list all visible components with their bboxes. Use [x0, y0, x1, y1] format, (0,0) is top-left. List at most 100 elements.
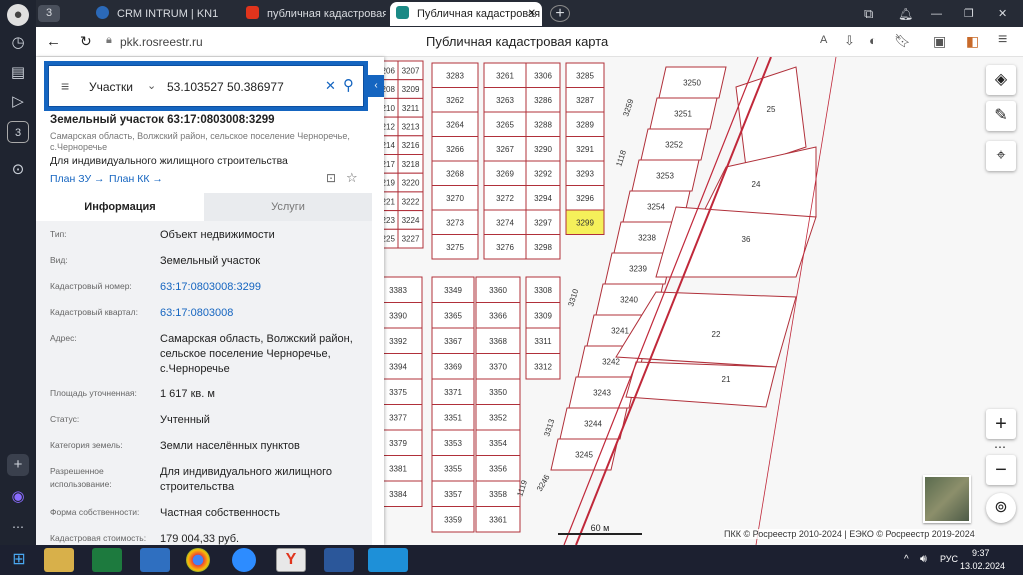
clock-time[interactable]: 9:37	[972, 548, 990, 558]
tray-chevron-icon[interactable]: ^	[904, 554, 909, 565]
alice-assistant-icon[interactable]: ◉	[7, 486, 29, 508]
collections-icon[interactable]: ▤	[7, 62, 29, 84]
search-input[interactable]: 53.103527 50.386977	[167, 80, 284, 94]
parcel-3272[interactable]: 3272	[483, 185, 527, 211]
parcel-3251[interactable]: 3251	[649, 97, 718, 130]
reload-icon[interactable]: ↻	[80, 33, 92, 50]
parcel-3351[interactable]: 3351	[431, 404, 475, 431]
play-icon[interactable]: ▷	[7, 91, 29, 113]
parcel-3297[interactable]: 3297	[525, 209, 561, 235]
parcel-3312[interactable]: 3312	[525, 353, 561, 380]
parcel-3211[interactable]: 3211	[397, 97, 424, 118]
ruler-button[interactable]: ✎	[986, 101, 1016, 131]
parcel-3253[interactable]: 3253	[631, 159, 700, 192]
parcel-3216[interactable]: 3216	[397, 135, 424, 156]
parcel-3355[interactable]: 3355	[431, 455, 475, 482]
parcel-3220[interactable]: 3220	[397, 172, 424, 193]
parcel-3209[interactable]: 3209	[397, 79, 424, 99]
parcel-3213[interactable]: 3213	[397, 116, 424, 137]
tab-group-counter[interactable]: 3	[38, 5, 60, 22]
menu-icon[interactable]: ≡	[998, 31, 1007, 49]
parcel-3250[interactable]: 3250	[658, 66, 727, 99]
parcel-3352[interactable]: 3352	[475, 404, 521, 431]
active-app-icon[interactable]	[368, 548, 408, 572]
window-close-icon[interactable]: ✕	[998, 2, 1014, 26]
parcel-3263[interactable]: 3263	[483, 87, 527, 113]
collapse-panel-icon[interactable]: ‹	[368, 75, 384, 97]
parcel-3368[interactable]: 3368	[475, 327, 521, 354]
locate-button[interactable]: ⌖	[986, 141, 1016, 171]
parcel-3361[interactable]: 3361	[475, 506, 521, 533]
parcel-36[interactable]: 36	[655, 206, 817, 278]
parcel-3354[interactable]: 3354	[475, 429, 521, 456]
scanner-app-icon[interactable]	[140, 548, 170, 572]
start-windows-icon[interactable]: ⊞	[4, 548, 34, 572]
notifications-icon[interactable]: 🔔︎	[898, 2, 914, 26]
parcel-3267[interactable]: 3267	[483, 136, 527, 162]
chrome-icon[interactable]	[186, 548, 210, 572]
parcel-3270[interactable]: 3270	[431, 185, 479, 211]
tab-close-icon[interactable]: ✕	[528, 2, 536, 26]
translate-icon[interactable]: A	[820, 34, 827, 46]
language-indicator[interactable]: РУС	[940, 554, 958, 564]
url-text[interactable]: pkk.rosreestr.ru	[120, 35, 203, 49]
parcel-3285[interactable]: 3285	[565, 62, 605, 88]
parcel-3265[interactable]: 3265	[483, 111, 527, 137]
parcel-3290[interactable]: 3290	[525, 136, 561, 162]
parcel-3358[interactable]: 3358	[475, 480, 521, 507]
parcel-3289[interactable]: 3289	[565, 111, 605, 137]
tab-crm[interactable]: CRM INTRUM | KN1	[96, 2, 256, 26]
parcel-3252[interactable]: 3252	[640, 128, 709, 161]
excel-icon[interactable]	[92, 548, 122, 572]
restore-icon[interactable]: ❐	[964, 2, 980, 26]
parcel-3369[interactable]: 3369	[431, 353, 475, 380]
parcel-3222[interactable]: 3222	[397, 191, 424, 212]
parcel-3291[interactable]: 3291	[565, 136, 605, 162]
zoom-out-button[interactable]: −	[986, 455, 1016, 485]
parcel-3356[interactable]: 3356	[475, 455, 521, 482]
parcel-3353[interactable]: 3353	[431, 429, 475, 456]
file-explorer-icon[interactable]	[44, 548, 74, 572]
add-panel-icon[interactable]: +	[7, 454, 29, 476]
parcel-3366[interactable]: 3366	[475, 302, 521, 329]
parcel-3298[interactable]: 3298	[525, 234, 561, 260]
collections-toolbar-icon[interactable]: ▣	[933, 33, 946, 50]
back-icon[interactable]: ←	[46, 33, 61, 50]
parcel-3359[interactable]: 3359	[431, 506, 475, 533]
tab-information[interactable]: Информация	[36, 193, 204, 221]
parcel-3306[interactable]: 3306	[525, 62, 561, 88]
word-icon[interactable]	[324, 548, 354, 572]
plan-zu-link[interactable]: План ЗУ →	[50, 173, 105, 185]
search-icon[interactable]: ⚲	[343, 76, 354, 94]
layers-button[interactable]: ◈	[986, 65, 1016, 95]
parcel-3286[interactable]: 3286	[525, 87, 561, 113]
parcel-3308[interactable]: 3308	[525, 276, 561, 303]
yandex-browser-icon[interactable]: Y	[276, 548, 306, 572]
downloads-icon[interactable]: ⇩	[844, 33, 855, 49]
parcel-3370[interactable]: 3370	[475, 353, 521, 380]
zoom-in-button[interactable]: +	[986, 409, 1016, 439]
parcel-3269[interactable]: 3269	[483, 160, 527, 186]
clock-date[interactable]: 13.02.2024	[960, 561, 1005, 571]
search-on-map-icon[interactable]: ⊡	[326, 171, 336, 185]
parcel-3264[interactable]: 3264	[431, 111, 479, 137]
tab-count-icon[interactable]: 3	[7, 121, 29, 143]
parcel-3294[interactable]: 3294	[525, 185, 561, 211]
parcel-3268[interactable]: 3268	[431, 160, 479, 186]
parcel-3365[interactable]: 3365	[431, 302, 475, 329]
parcel-3349[interactable]: 3349	[431, 276, 475, 303]
tab-services[interactable]: Услуги	[204, 193, 372, 221]
parcel-3283[interactable]: 3283	[431, 62, 479, 88]
parcel-3292[interactable]: 3292	[525, 160, 561, 186]
parcel-3287[interactable]: 3287	[565, 87, 605, 113]
parcel-3261[interactable]: 3261	[483, 62, 527, 88]
parcel-3275[interactable]: 3275	[431, 234, 479, 260]
protect-icon[interactable]: ◐	[869, 33, 877, 48]
parcel-3293[interactable]: 3293	[565, 160, 605, 186]
extension-icon[interactable]: ◧	[966, 33, 979, 50]
clear-search-icon[interactable]: ✕	[325, 78, 336, 94]
parcel-3262[interactable]: 3262	[431, 87, 479, 113]
chevron-down-icon[interactable]: ⌄	[147, 79, 156, 92]
parcel-3266[interactable]: 3266	[431, 136, 479, 162]
favorite-star-icon[interactable]: ☆	[346, 170, 358, 186]
